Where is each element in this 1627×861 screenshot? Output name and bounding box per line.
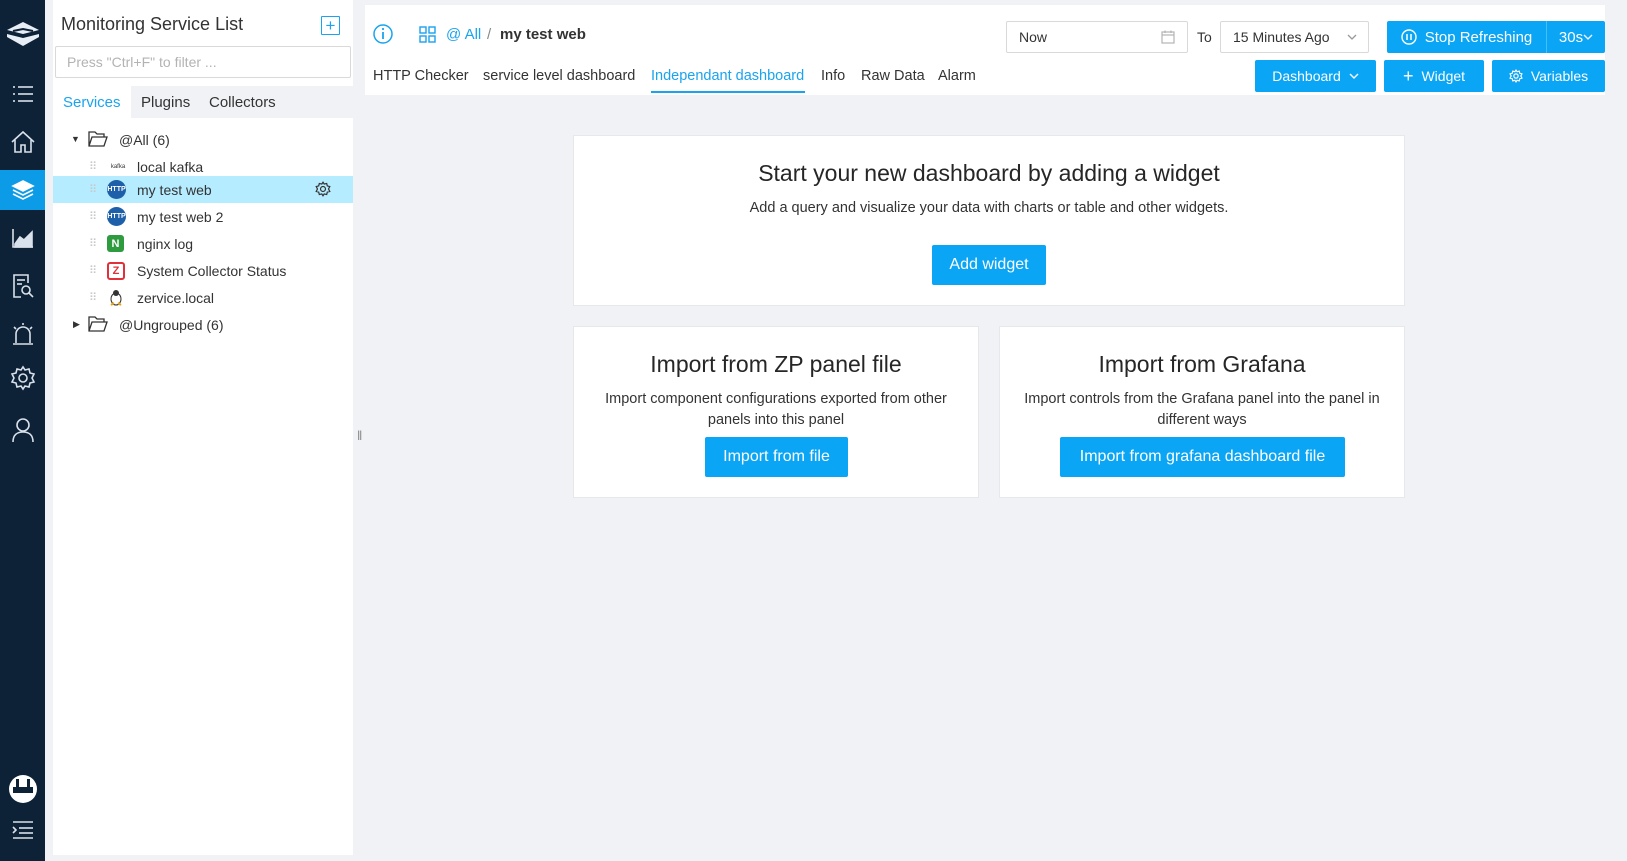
breadcrumb-separator: / [487,26,492,43]
import-zp-card: Import from ZP panel file Import compone… [573,326,979,498]
add-widget-header-button[interactable]: + Widget [1384,60,1484,92]
import-grafana-card: Import from Grafana Import controls from… [999,326,1405,498]
drag-handle-icon[interactable]: ⠿ [89,210,97,223]
caret-right-icon[interactable]: ▶ [73,319,80,330]
refresh-interval-select[interactable]: 30s [1546,21,1605,53]
chevron-down-icon [1347,34,1357,40]
folder-open-icon [88,316,108,332]
logo-icon[interactable] [4,16,41,52]
tree-item-my-test-web[interactable]: ⠿ HTTP my test web [53,176,353,203]
gear-icon [1509,69,1523,83]
panel-resize-handle[interactable]: ‖ [357,428,362,443]
folder-open-icon [88,131,108,147]
drag-handle-icon[interactable]: ⠿ [89,183,97,196]
grid-icon[interactable] [419,26,436,43]
service-label: my test web 2 [137,208,224,225]
info-icon[interactable] [373,24,393,44]
tab-alarm[interactable]: Alarm [938,68,976,84]
stop-refreshing-button[interactable]: Stop Refreshing [1387,21,1546,53]
tab-raw-data[interactable]: Raw Data [861,68,925,84]
tab-plugins[interactable]: Plugins [131,86,200,118]
chevron-down-icon [1349,73,1359,79]
tree-item-system-collector-status[interactable]: ⠿ Z System Collector Status [53,257,353,284]
tree-group-ungrouped[interactable]: ▶ @Ungrouped (6) [53,311,353,338]
home-icon[interactable] [0,122,45,162]
filter-input[interactable] [55,46,351,78]
panel-title: Monitoring Service List [61,14,244,34]
settings-icon[interactable] [0,358,45,398]
dashboard-button-label: Dashboard [1272,68,1341,84]
add-service-button[interactable]: + [321,16,340,35]
chevron-down-icon [1583,34,1593,40]
panel-tabs: Services Plugins Collectors [53,86,353,118]
start-card-title: Start your new dashboard by adding a wid… [758,160,1220,186]
zp-card-description: Import component configurations exported… [605,391,947,428]
service-label: System Collector Status [137,262,287,279]
drag-handle-icon[interactable]: ⠿ [89,291,97,304]
add-widget-button[interactable]: Add widget [932,245,1046,285]
chart-icon[interactable] [0,218,45,258]
tab-independant-dashboard[interactable]: Independant dashboard [651,68,804,84]
service-label: zervice.local [137,289,215,306]
tab-service-level-dashboard[interactable]: service level dashboard [483,68,635,84]
tab-services[interactable]: Services [53,86,131,118]
gear-icon[interactable] [315,181,331,197]
variables-button-label: Variables [1530,68,1589,84]
tree-group-all[interactable]: ▼ @All (6) [53,126,353,153]
breadcrumb-all[interactable]: @ All [446,26,481,43]
menu-collapse-icon[interactable] [0,810,45,850]
plus-icon: + [325,16,336,35]
refresh-interval-value: 30s [1558,28,1584,46]
plus-icon: + [1402,66,1414,86]
drag-handle-icon[interactable]: ⠿ [89,264,97,277]
date-from-picker[interactable]: Now [1006,21,1188,53]
linux-icon [110,290,122,306]
tab-info[interactable]: Info [821,68,845,84]
zp-card-title: Import from ZP panel file [650,351,902,377]
import-grafana-button[interactable]: Import from grafana dashboard file [1060,437,1345,477]
calendar-icon [1161,30,1175,44]
alarm-icon[interactable] [0,314,45,354]
to-label: To [1197,29,1212,45]
tree-group-label: @Ungrouped (6) [119,316,224,333]
grafana-card-description: Import controls from the Grafana panel i… [1024,391,1380,428]
user-icon[interactable] [0,410,45,450]
grafana-card-title: Import from Grafana [1098,351,1306,377]
service-label: local kafka [137,158,204,175]
pause-circle-icon [1401,29,1417,45]
report-search-icon[interactable] [0,266,45,306]
nginx-icon: N [107,235,124,252]
zervice-collector-icon: Z [107,261,125,280]
caret-down-icon[interactable]: ▼ [71,134,80,144]
layers-icon[interactable] [0,170,45,210]
service-label: my test web [137,181,212,198]
support-icon[interactable] [0,768,45,808]
tree-group-label: @All (6) [119,131,170,148]
nav-rail [0,0,45,861]
dashboard-dropdown-button[interactable]: Dashboard [1255,60,1376,92]
start-dashboard-card: Start your new dashboard by adding a wid… [573,135,1405,306]
tree-item-zervice-local[interactable]: ⠿ zervice.local [53,284,353,311]
import-from-file-button[interactable]: Import from file [705,437,848,477]
widget-button-label: Widget [1421,68,1466,84]
active-tab-indicator [651,91,805,93]
start-card-description: Add a query and visualize your data with… [749,200,1229,216]
list-icon[interactable] [0,74,45,114]
breadcrumb-current: my test web [500,26,586,43]
service-label: nginx log [137,235,194,252]
tree-item-my-test-web-2[interactable]: ⠿ HTTP my test web 2 [53,203,353,230]
tab-http-checker[interactable]: HTTP Checker [373,68,469,84]
tree-item-nginx-log[interactable]: ⠿ N nginx log [53,230,353,257]
drag-handle-icon[interactable]: ⠿ [89,160,97,173]
variables-button[interactable]: Variables [1492,60,1605,92]
drag-handle-icon[interactable]: ⠿ [89,237,97,250]
stop-refreshing-label: Stop Refreshing [1424,28,1533,46]
date-to-select[interactable]: 15 Minutes Ago [1220,21,1369,53]
tab-collectors[interactable]: Collectors [199,86,286,118]
date-from-value: Now [1019,29,1048,45]
kafka-icon: kafka [107,157,129,176]
date-to-value: 15 Minutes Ago [1233,29,1330,45]
http-icon: HTTP [107,180,126,199]
http-icon: HTTP [107,207,126,226]
